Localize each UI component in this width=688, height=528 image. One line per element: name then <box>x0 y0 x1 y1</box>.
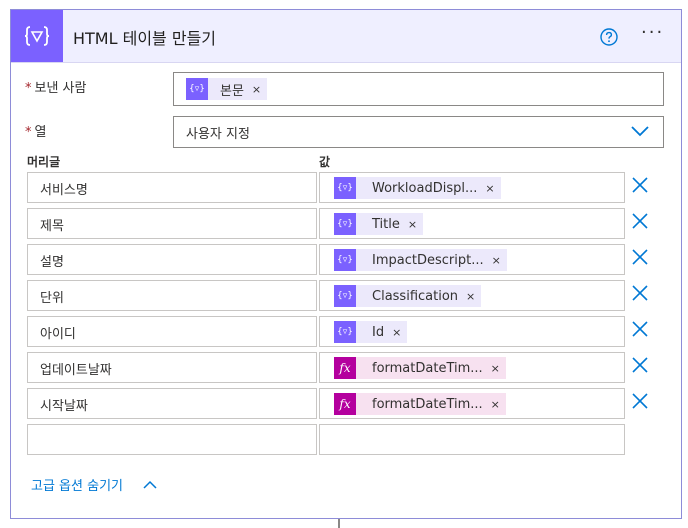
dynamic-content-icon: {▿} <box>186 78 208 100</box>
remove-token-icon[interactable]: × <box>491 362 500 375</box>
remove-token-icon[interactable]: × <box>466 290 475 303</box>
delete-row-icon[interactable] <box>631 284 649 302</box>
expression-fx-icon: fx <box>334 357 356 379</box>
delete-row-icon[interactable] <box>631 176 649 194</box>
columns-label-text: 열 <box>34 125 47 140</box>
delete-row-icon[interactable] <box>631 320 649 338</box>
chevron-up-icon[interactable] <box>143 480 157 489</box>
columns-dropdown[interactable]: 사용자 지정 <box>173 116 664 148</box>
more-options-icon[interactable]: ··· <box>641 24 669 46</box>
value-token-label: formatDateTim... <box>372 360 483 376</box>
from-label: * 보낸 사람 <box>25 77 86 96</box>
columns-dropdown-value: 사용자 지정 <box>186 127 250 142</box>
expression-token[interactable]: fx formatDateTim... × <box>334 357 506 379</box>
delete-row-icon[interactable] <box>631 248 649 266</box>
new-row-value-input[interactable] <box>319 424 625 455</box>
value-token[interactable]: {▿} Title × <box>334 213 424 235</box>
value-column-label: 값 <box>319 155 331 169</box>
row-value-input[interactable]: {▿} WorkloadDispl... × <box>319 172 625 203</box>
row-value-input[interactable]: fx formatDateTim... × <box>319 388 625 419</box>
value-token[interactable]: {▿} WorkloadDispl... × <box>334 177 501 199</box>
value-token[interactable]: {▿} Id × <box>334 321 408 343</box>
flow-connector <box>338 519 340 528</box>
delete-row-icon[interactable] <box>631 212 649 230</box>
expression-fx-icon: fx <box>334 393 356 415</box>
row-value-input[interactable]: {▿} Id × <box>319 316 625 347</box>
row-key-input[interactable]: 서비스명 <box>27 172 317 203</box>
remove-token-icon[interactable]: × <box>491 398 500 411</box>
row-key-input[interactable]: 설명 <box>27 244 317 275</box>
row-key-input[interactable]: 아이디 <box>27 316 317 347</box>
action-card: HTML 테이블 만들기 ··· * 보낸 사람 {▿} 본문 × * 열 사용자 … <box>10 9 682 519</box>
value-token-label: ImpactDescript... <box>372 252 484 268</box>
value-token-label: Id <box>372 324 385 340</box>
header-column-label: 머리글 <box>27 155 61 169</box>
dynamic-content-icon: {▿} <box>334 213 356 235</box>
data-operation-icon <box>11 10 63 62</box>
expression-token[interactable]: fx formatDateTim... × <box>334 393 506 415</box>
row-key-input[interactable]: 제목 <box>27 208 317 239</box>
hide-advanced-options-link[interactable]: 고급 옵션 숨기기 <box>31 475 123 494</box>
row-value-input[interactable]: {▿} ImpactDescript... × <box>319 244 625 275</box>
card-title: HTML 테이블 만들기 <box>73 29 217 48</box>
row-value-input[interactable]: {▿} Title × <box>319 208 625 239</box>
dynamic-content-icon: {▿} <box>334 321 356 343</box>
delete-row-icon[interactable] <box>631 392 649 410</box>
remove-token-icon[interactable]: × <box>408 218 417 231</box>
value-token-label: Title <box>372 216 400 232</box>
row-value-input[interactable]: {▿} Classification × <box>319 280 625 311</box>
delete-row-icon[interactable] <box>631 356 649 374</box>
remove-token-icon[interactable]: × <box>485 182 494 195</box>
chevron-down-icon[interactable] <box>631 125 649 137</box>
row-value-input[interactable]: fx formatDateTim... × <box>319 352 625 383</box>
value-token-label: WorkloadDispl... <box>372 180 478 196</box>
card-header[interactable]: HTML 테이블 만들기 ··· <box>11 10 681 63</box>
columns-label: * 열 <box>25 121 46 140</box>
remove-token-icon[interactable]: × <box>492 254 501 267</box>
from-token-label: 본문 <box>220 83 244 99</box>
value-token[interactable]: {▿} Classification × <box>334 285 482 307</box>
help-icon[interactable] <box>600 28 618 46</box>
new-row-key-input[interactable] <box>27 424 317 455</box>
from-token[interactable]: {▿} 본문 × <box>186 78 268 100</box>
row-key-input[interactable]: 업데이트날짜 <box>27 352 317 383</box>
row-key-input[interactable]: 시작날짜 <box>27 388 317 419</box>
required-mark: * <box>25 125 32 140</box>
value-token[interactable]: {▿} ImpactDescript... × <box>334 249 507 271</box>
required-mark: * <box>25 81 32 96</box>
value-token-label: formatDateTim... <box>372 396 483 412</box>
dynamic-content-icon: {▿} <box>334 285 356 307</box>
from-input[interactable]: {▿} 본문 × <box>173 72 664 106</box>
dynamic-content-icon: {▿} <box>334 177 356 199</box>
value-token-label: Classification <box>372 288 459 304</box>
from-label-text: 보낸 사람 <box>34 81 87 96</box>
row-key-input[interactable]: 단위 <box>27 280 317 311</box>
remove-token-icon[interactable]: × <box>252 83 261 96</box>
remove-token-icon[interactable]: × <box>392 326 401 339</box>
dynamic-content-icon: {▿} <box>334 249 356 271</box>
